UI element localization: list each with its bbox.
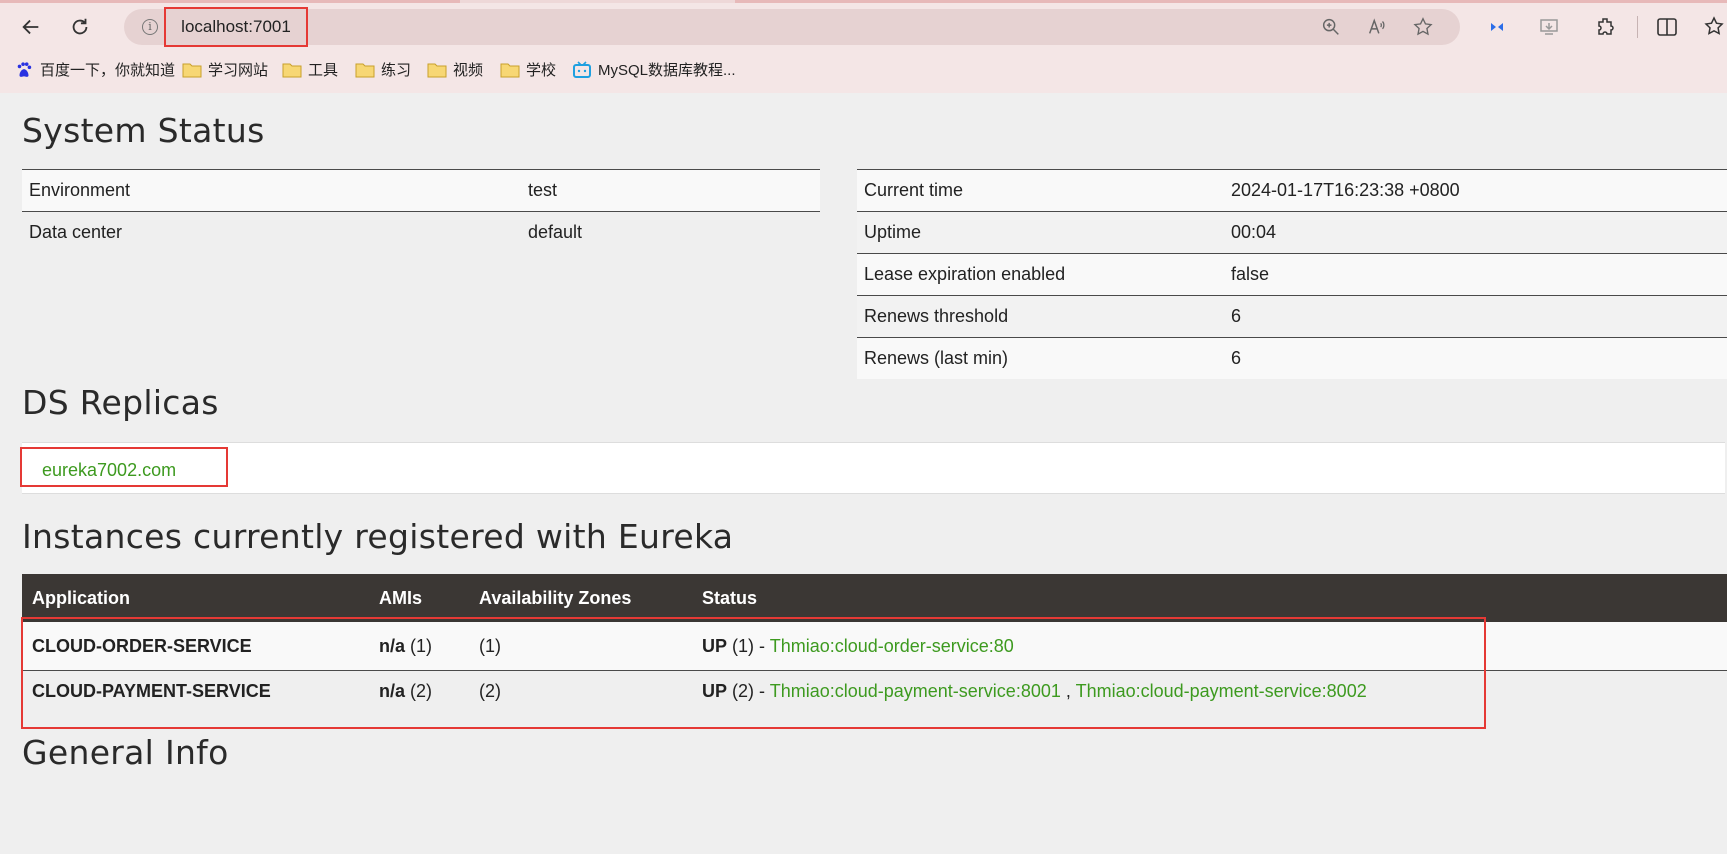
instance-link[interactable]: Thmiao:cloud-order-service:80 [770,636,1014,656]
table-row: CLOUD-ORDER-SERVICE n/a (1) (1) UP (1) -… [22,622,1727,671]
replicas-list: eureka7002.com [20,442,1725,494]
browser-toolbar: i localhost:7001 百度一下，你就知道 学习网站 工具 练习 视频… [0,0,1727,93]
bookmark-label: 视频 [453,62,484,79]
split-screen-icon[interactable] [1655,15,1679,39]
bookmark-folder[interactable]: 视频 [427,59,483,80]
bookmark-item[interactable]: MySQL数据库教程... [572,59,736,80]
bookmark-label: 工具 [308,62,339,79]
status-key: Current time [864,180,964,200]
instances-heading: Instances currently registered with Eure… [22,517,734,556]
folder-icon [500,63,520,77]
bookmark-label: 百度一下，你就知道 [40,62,176,79]
reload-button[interactable] [63,10,97,44]
status-cell: UP (2) - Thmiao:cloud-payment-service:80… [702,681,1367,701]
baidu-paw-icon [17,61,32,77]
table-row: Renews threshold 6 [857,295,1727,338]
column-header-amis: AMIs [369,574,469,622]
column-header-zones: Availability Zones [469,574,692,622]
system-status-left-table: Environment test Data center default [22,169,820,253]
table-row: Current time 2024-01-17T16:23:38 +0800 [857,169,1727,212]
application-name: CLOUD-PAYMENT-SERVICE [32,681,271,701]
read-aloud-icon[interactable] [1366,16,1388,38]
extension-bracket-icon[interactable] [1485,15,1509,39]
folder-icon [427,63,447,77]
folder-icon [182,63,202,77]
status-value: 6 [1231,348,1242,368]
general-info-heading: General Info [22,733,229,772]
bookmark-folder[interactable]: 学校 [500,59,556,80]
table-row: Uptime 00:04 [857,211,1727,254]
folder-icon [282,63,302,77]
back-arrow-icon [22,19,39,35]
status-key: Data center [29,222,123,242]
bookmark-label: MySQL数据库教程... [598,62,736,79]
toolbar-separator [1637,16,1638,38]
tab-edge-left [0,0,460,3]
reload-icon [72,18,88,35]
instance-link[interactable]: Thmiao:cloud-payment-service:8001 [770,681,1061,701]
favorite-star-icon[interactable] [1412,16,1434,38]
eureka-dashboard: System Status Environment test Data cent… [4,93,1727,854]
system-status-heading: System Status [22,111,265,150]
bookmark-folder[interactable]: 练习 [355,59,411,80]
table-row: CLOUD-PAYMENT-SERVICE n/a (2) (2) UP (2)… [22,670,1727,733]
site-info-icon[interactable]: i [142,19,158,35]
url-text[interactable]: localhost:7001 [164,7,308,47]
ami-cell: n/a (1) [379,635,433,656]
status-value: 00:04 [1231,222,1277,242]
bookmark-label: 练习 [381,62,412,79]
status-value: false [1231,264,1270,284]
back-button[interactable] [14,10,48,44]
instance-link[interactable]: Thmiao:cloud-payment-service:8002 [1076,681,1367,701]
favorites-icon[interactable] [1703,15,1727,39]
bookmark-folder[interactable]: 工具 [282,59,338,80]
zones-cell: (2) [479,681,501,701]
status-value: test [528,180,558,200]
bilibili-tv-icon [573,60,591,78]
zoom-icon[interactable] [1320,16,1342,38]
status-value: default [528,222,583,242]
bookmark-item[interactable]: 百度一下，你就知道 [14,59,175,80]
tab-edge-right [735,0,1727,3]
extensions-puzzle-icon[interactable] [1594,15,1618,39]
ami-cell: n/a (2) [379,681,433,701]
table-row: Data center default [22,211,820,254]
status-key: Uptime [864,222,922,242]
instances-table: Application AMIs Availability Zones Stat… [22,574,1727,733]
address-bar[interactable]: i localhost:7001 [124,7,1460,47]
table-row: Renews (last min) 6 [857,337,1727,379]
column-header-status: Status [692,574,1727,622]
tab-strip-edge [0,0,1727,3]
app-install-icon[interactable] [1537,15,1561,39]
system-status-right-table: Current time 2024-01-17T16:23:38 +0800 U… [857,169,1727,379]
bookmark-label: 学习网站 [208,62,269,79]
table-row: Environment test [22,169,820,212]
status-key: Renews (last min) [864,348,1009,368]
table-header-row: Application AMIs Availability Zones Stat… [22,574,1727,622]
table-row: Lease expiration enabled false [857,253,1727,296]
ds-replicas-heading: DS Replicas [22,383,219,422]
bookmark-folder[interactable]: 学习网站 [182,59,268,80]
status-cell: UP (1) - Thmiao:cloud-order-service:80 [702,635,1014,656]
status-key: Lease expiration enabled [864,264,1066,284]
column-header-application: Application [22,574,369,622]
bookmark-label: 学校 [526,62,557,79]
status-key: Environment [29,180,131,200]
folder-icon [355,63,375,77]
zones-cell: (1) [479,635,501,656]
status-value: 2024-01-17T16:23:38 +0800 [1231,180,1460,200]
bookmarks-bar: 百度一下，你就知道 学习网站 工具 练习 视频 学校 MySQL数据库教程... [0,56,1727,86]
replica-link[interactable]: eureka7002.com [20,447,228,487]
status-key: Renews threshold [864,306,1009,326]
status-value: 6 [1231,306,1242,326]
application-name: CLOUD-ORDER-SERVICE [32,635,252,656]
